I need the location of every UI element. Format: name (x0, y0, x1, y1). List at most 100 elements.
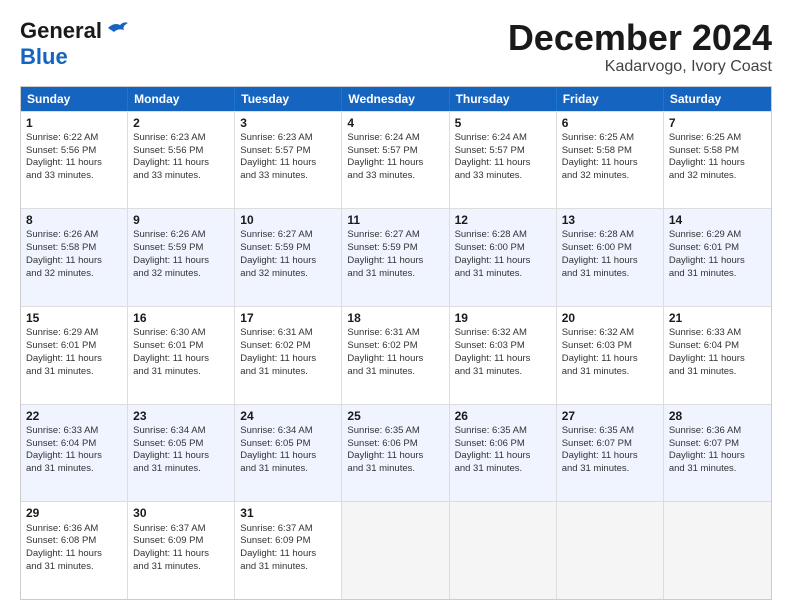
day-info-line: and 32 minutes. (26, 268, 122, 281)
day-info-line: Daylight: 11 hours (669, 353, 766, 366)
day-info-line: Daylight: 11 hours (133, 548, 229, 561)
logo-bird-icon (106, 20, 128, 38)
empty-cell (557, 502, 664, 599)
day-header-sunday: Sunday (21, 87, 128, 111)
day-info-line: and 33 minutes. (133, 170, 229, 183)
day-info-line: Sunrise: 6:24 AM (455, 132, 551, 145)
day-cell-25: 25Sunrise: 6:35 AMSunset: 6:06 PMDayligh… (342, 405, 449, 502)
day-number: 24 (240, 408, 336, 424)
day-info-line: and 31 minutes. (347, 366, 443, 379)
day-info-line: Sunset: 5:56 PM (26, 145, 122, 158)
day-cell-11: 11Sunrise: 6:27 AMSunset: 5:59 PMDayligh… (342, 209, 449, 306)
day-number: 11 (347, 212, 443, 228)
day-info-line: and 31 minutes. (562, 268, 658, 281)
day-info-line: and 31 minutes. (26, 366, 122, 379)
day-info-line: Daylight: 11 hours (240, 450, 336, 463)
day-info-line: Sunset: 5:59 PM (240, 242, 336, 255)
day-info-line: and 31 minutes. (133, 463, 229, 476)
day-info-line: Sunset: 5:58 PM (562, 145, 658, 158)
day-info-line: Daylight: 11 hours (669, 255, 766, 268)
day-info-line: Sunrise: 6:37 AM (240, 523, 336, 536)
day-cell-27: 27Sunrise: 6:35 AMSunset: 6:07 PMDayligh… (557, 405, 664, 502)
logo-general: General (20, 18, 102, 44)
day-info-line: Sunrise: 6:25 AM (669, 132, 766, 145)
day-number: 12 (455, 212, 551, 228)
title-block: December 2024 Kadarvogo, Ivory Coast (508, 18, 772, 76)
day-info-line: Daylight: 11 hours (347, 353, 443, 366)
day-number: 29 (26, 505, 122, 521)
calendar-row-4: 22Sunrise: 6:33 AMSunset: 6:04 PMDayligh… (21, 404, 771, 502)
day-info-line: Sunrise: 6:23 AM (133, 132, 229, 145)
empty-cell (342, 502, 449, 599)
day-number: 7 (669, 115, 766, 131)
day-number: 20 (562, 310, 658, 326)
day-info-line: Sunrise: 6:30 AM (133, 327, 229, 340)
day-number: 22 (26, 408, 122, 424)
day-info-line: Sunset: 5:58 PM (26, 242, 122, 255)
day-number: 4 (347, 115, 443, 131)
day-info-line: Sunrise: 6:35 AM (455, 425, 551, 438)
day-header-thursday: Thursday (450, 87, 557, 111)
day-info-line: and 31 minutes. (347, 463, 443, 476)
day-info-line: Sunrise: 6:36 AM (26, 523, 122, 536)
calendar-header: SundayMondayTuesdayWednesdayThursdayFrid… (21, 87, 771, 111)
day-info-line: and 32 minutes. (133, 268, 229, 281)
day-info-line: Sunset: 6:00 PM (562, 242, 658, 255)
day-info-line: Sunset: 6:09 PM (240, 535, 336, 548)
day-number: 8 (26, 212, 122, 228)
day-cell-17: 17Sunrise: 6:31 AMSunset: 6:02 PMDayligh… (235, 307, 342, 404)
day-cell-30: 30Sunrise: 6:37 AMSunset: 6:09 PMDayligh… (128, 502, 235, 599)
day-info-line: Daylight: 11 hours (455, 255, 551, 268)
day-info-line: Sunset: 6:00 PM (455, 242, 551, 255)
day-info-line: Sunset: 5:56 PM (133, 145, 229, 158)
day-info-line: Sunrise: 6:28 AM (562, 229, 658, 242)
day-cell-12: 12Sunrise: 6:28 AMSunset: 6:00 PMDayligh… (450, 209, 557, 306)
day-info-line: Sunset: 5:57 PM (240, 145, 336, 158)
day-number: 13 (562, 212, 658, 228)
day-number: 14 (669, 212, 766, 228)
day-number: 16 (133, 310, 229, 326)
day-cell-7: 7Sunrise: 6:25 AMSunset: 5:58 PMDaylight… (664, 112, 771, 209)
calendar-row-2: 8Sunrise: 6:26 AMSunset: 5:58 PMDaylight… (21, 208, 771, 306)
day-info-line: and 32 minutes. (669, 170, 766, 183)
day-cell-4: 4Sunrise: 6:24 AMSunset: 5:57 PMDaylight… (342, 112, 449, 209)
day-info-line: Daylight: 11 hours (347, 450, 443, 463)
day-number: 2 (133, 115, 229, 131)
day-info-line: Sunset: 5:57 PM (347, 145, 443, 158)
day-info-line: and 31 minutes. (240, 366, 336, 379)
calendar-subtitle: Kadarvogo, Ivory Coast (508, 58, 772, 76)
day-number: 26 (455, 408, 551, 424)
day-cell-2: 2Sunrise: 6:23 AMSunset: 5:56 PMDaylight… (128, 112, 235, 209)
day-number: 27 (562, 408, 658, 424)
calendar-title: December 2024 (508, 18, 772, 58)
day-info-line: and 31 minutes. (133, 561, 229, 574)
day-header-monday: Monday (128, 87, 235, 111)
day-info-line: and 33 minutes. (26, 170, 122, 183)
day-info-line: and 31 minutes. (240, 561, 336, 574)
day-info-line: Sunset: 6:01 PM (26, 340, 122, 353)
day-info-line: and 31 minutes. (347, 268, 443, 281)
day-info-line: and 31 minutes. (669, 268, 766, 281)
day-info-line: Sunset: 6:01 PM (669, 242, 766, 255)
day-info-line: Sunset: 6:05 PM (240, 438, 336, 451)
day-info-line: Sunrise: 6:29 AM (26, 327, 122, 340)
day-info-line: Sunset: 6:02 PM (347, 340, 443, 353)
day-info-line: Daylight: 11 hours (26, 548, 122, 561)
day-number: 28 (669, 408, 766, 424)
day-info-line: Sunset: 6:05 PM (133, 438, 229, 451)
day-info-line: and 31 minutes. (455, 268, 551, 281)
calendar: SundayMondayTuesdayWednesdayThursdayFrid… (20, 86, 772, 600)
day-number: 19 (455, 310, 551, 326)
day-info-line: Sunset: 6:01 PM (133, 340, 229, 353)
day-info-line: and 31 minutes. (455, 366, 551, 379)
header: General Blue December 2024 Kadarvogo, Iv… (20, 18, 772, 76)
day-info-line: Daylight: 11 hours (347, 255, 443, 268)
day-cell-26: 26Sunrise: 6:35 AMSunset: 6:06 PMDayligh… (450, 405, 557, 502)
day-cell-29: 29Sunrise: 6:36 AMSunset: 6:08 PMDayligh… (21, 502, 128, 599)
day-info-line: Sunrise: 6:31 AM (347, 327, 443, 340)
day-info-line: Sunset: 5:58 PM (669, 145, 766, 158)
day-cell-6: 6Sunrise: 6:25 AMSunset: 5:58 PMDaylight… (557, 112, 664, 209)
day-info-line: Daylight: 11 hours (133, 353, 229, 366)
day-info-line: Sunset: 6:04 PM (26, 438, 122, 451)
day-cell-24: 24Sunrise: 6:34 AMSunset: 6:05 PMDayligh… (235, 405, 342, 502)
